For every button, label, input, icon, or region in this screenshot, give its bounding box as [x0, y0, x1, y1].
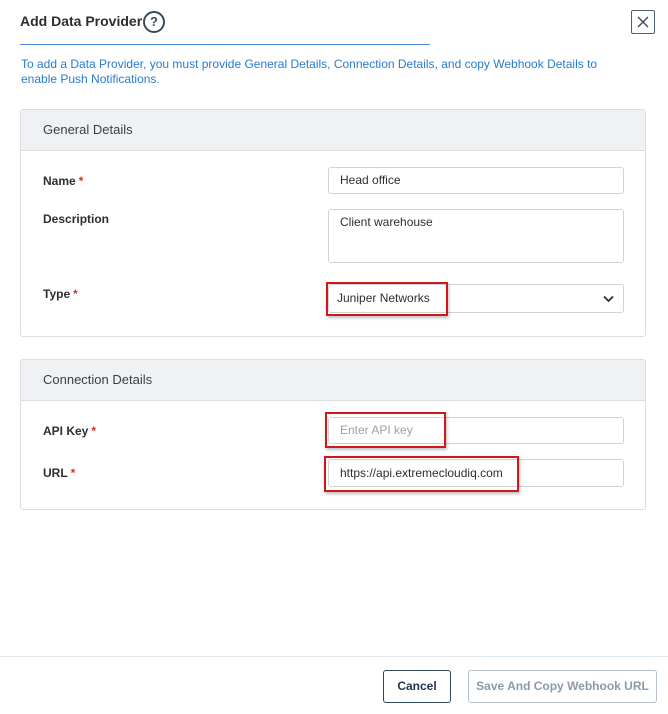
- general-details-panel: General Details Name * Head office Descri…: [20, 109, 646, 337]
- connection-details-panel: Connection Details API Key * Enter API ke…: [20, 359, 646, 510]
- description-textarea[interactable]: Client warehouse: [328, 209, 624, 263]
- chevron-down-icon: [603, 295, 614, 303]
- name-input[interactable]: Head office: [328, 167, 624, 194]
- help-icon[interactable]: ?: [143, 11, 165, 33]
- type-label: Type *: [43, 287, 78, 301]
- required-mark: *: [78, 174, 84, 188]
- url-highlight-box: [324, 456, 519, 492]
- api-key-label-text: API Key: [43, 424, 89, 438]
- save-and-copy-webhook-url-button[interactable]: Save And Copy Webhook URL: [468, 670, 657, 703]
- dialog-title: Add Data Provider: [20, 13, 143, 29]
- url-label: URL *: [43, 466, 75, 480]
- title-divider: [20, 44, 430, 45]
- cancel-button[interactable]: Cancel: [383, 670, 451, 703]
- close-icon: [637, 16, 649, 28]
- name-label: Name *: [43, 174, 83, 188]
- url-label-text: URL: [43, 466, 68, 480]
- footer-divider: [0, 656, 668, 657]
- connection-details-heading: Connection Details: [21, 360, 645, 401]
- close-button[interactable]: [631, 10, 655, 34]
- general-details-heading: General Details: [21, 110, 645, 151]
- description-label: Description: [43, 212, 110, 226]
- required-mark: *: [73, 287, 78, 301]
- type-highlight-box: [326, 282, 448, 316]
- required-mark: *: [91, 424, 97, 438]
- description-value: Client warehouse: [340, 215, 433, 229]
- api-key-highlight-box: [325, 412, 446, 448]
- intro-text: To add a Data Provider, you must provide…: [21, 57, 598, 86]
- api-key-label: API Key *: [43, 424, 96, 438]
- name-label-text: Name: [43, 174, 76, 188]
- name-value: Head office: [340, 173, 401, 187]
- type-label-text: Type: [43, 287, 71, 301]
- required-mark: *: [70, 466, 76, 480]
